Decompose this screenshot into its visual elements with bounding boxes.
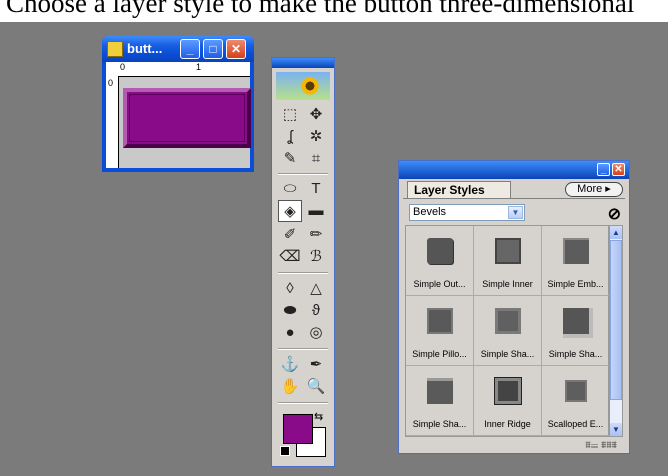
style-item[interactable]: Simple Sha... — [542, 296, 610, 366]
tab-divider — [403, 198, 625, 199]
ruler-mark-v0: 0 — [108, 78, 114, 88]
style-item[interactable]: Simple Sha... — [474, 296, 542, 366]
layer-styles-panel: _ ✕ Layer Styles More ▸ Bevels ▼ ⊘ Simpl… — [398, 160, 630, 454]
blur-icon[interactable]: ◊ — [278, 278, 302, 300]
caption-text: Choose a layer style to make the button … — [6, 0, 635, 18]
brush-icon[interactable]: ✐ — [278, 224, 302, 246]
style-item[interactable]: Scalloped E... — [542, 366, 610, 436]
style-category-dropdown[interactable]: Bevels ▼ — [409, 204, 525, 221]
style-item[interactable]: Simple Emb... — [542, 226, 610, 296]
style-item[interactable]: Simple Pillo... — [406, 296, 474, 366]
style-label: Simple Inner — [482, 279, 533, 289]
document-title: butt... — [127, 41, 163, 56]
style-label: Simple Sha... — [412, 419, 467, 429]
style-thumbnail — [427, 238, 453, 264]
burn-icon[interactable]: ● — [278, 322, 302, 344]
style-label: Inner Ridge — [484, 419, 531, 429]
clone-icon[interactable]: ℬ — [304, 246, 328, 268]
maximize-button[interactable]: □ — [203, 39, 223, 59]
style-label: Scalloped E... — [547, 419, 604, 429]
scroll-thumb[interactable] — [610, 240, 622, 400]
chevron-down-icon[interactable]: ▼ — [508, 206, 523, 219]
eyedropper-icon[interactable]: ✒ — [304, 354, 328, 376]
tab-layer-styles[interactable]: Layer Styles — [407, 181, 511, 199]
eraser-icon[interactable]: ⌫ — [278, 246, 302, 268]
sunflower-icon — [300, 76, 320, 96]
tool-separator — [278, 402, 328, 404]
ruler-mark-1: 1 — [196, 62, 202, 72]
paint-bucket-icon[interactable]: ◈ — [278, 200, 302, 222]
document-titlebar[interactable]: butt... _ □ ✕ — [102, 36, 254, 62]
style-label: Simple Sha... — [480, 349, 535, 359]
move-icon[interactable]: ✥ — [304, 104, 328, 126]
sharpen-icon[interactable]: △ — [304, 278, 328, 300]
document-client: 0 1 0 — [106, 62, 251, 168]
style-item[interactable]: Simple Sha... — [406, 366, 474, 436]
scroll-down-icon[interactable]: ▼ — [610, 423, 622, 436]
lasso-icon[interactable]: ʆ — [278, 126, 302, 148]
magic-wand-icon[interactable]: ✲ — [304, 126, 328, 148]
document-window[interactable]: butt... _ □ ✕ 0 1 0 — [102, 36, 254, 172]
style-item[interactable]: Inner Ridge — [474, 366, 542, 436]
dodge-icon[interactable]: ◎ — [304, 322, 328, 344]
minimize-button[interactable]: _ — [180, 39, 200, 59]
default-colors-icon[interactable] — [280, 446, 290, 456]
clear-style-icon[interactable]: ⊘ — [608, 204, 621, 224]
panel-close-button[interactable]: ✕ — [612, 163, 625, 176]
zoom-icon[interactable]: 🔍 — [304, 376, 328, 398]
horizontal-ruler[interactable]: 0 1 — [118, 62, 250, 77]
style-item[interactable]: Simple Out... — [406, 226, 474, 296]
shape-icon[interactable]: ⬭ — [278, 178, 302, 200]
style-thumbnail — [565, 380, 587, 402]
style-thumbnail — [495, 308, 521, 334]
swap-colors-icon[interactable]: ⇆ — [314, 410, 323, 423]
style-thumbnail — [563, 238, 589, 264]
layer-styles-titlebar[interactable]: _ ✕ — [399, 161, 629, 179]
style-thumbnail — [427, 378, 453, 404]
toolbox-panel: ⬚ ✥ ʆ ✲ ✎ ⌗ ⬭ T ◈ ▬ ✐ ✏ ⌫ ℬ ◊ △ ⬬ ϑ ● ◎ … — [271, 57, 335, 467]
style-item[interactable]: Simple Inner — [474, 226, 542, 296]
stamp-icon[interactable]: ⚓ — [278, 354, 302, 376]
foreground-color-swatch[interactable] — [283, 414, 313, 444]
view-mode-icons[interactable]: ⩩☰ ⩩⩩⩩ — [585, 440, 617, 451]
hand-icon[interactable]: ✋ — [278, 376, 302, 398]
brush-selection-icon[interactable]: ✎ — [278, 148, 302, 170]
style-label: Simple Pillo... — [412, 349, 467, 359]
scroll-up-icon[interactable]: ▲ — [610, 226, 622, 239]
style-thumbnail — [427, 308, 453, 334]
close-button[interactable]: ✕ — [226, 39, 246, 59]
type-icon[interactable]: T — [304, 178, 328, 200]
style-thumbnail — [495, 238, 521, 264]
vertical-ruler[interactable]: 0 — [106, 76, 119, 168]
style-grid-scrollbar[interactable]: ▲ ▼ — [609, 225, 623, 437]
caption-strip: Choose a layer style to make the button … — [0, 0, 668, 22]
style-label: Simple Sha... — [548, 349, 603, 359]
document-canvas[interactable] — [119, 77, 251, 168]
smudge-icon[interactable]: ϑ — [304, 300, 328, 322]
style-thumbnail — [494, 377, 522, 405]
ruler-mark-0: 0 — [120, 62, 126, 72]
marquee-icon[interactable]: ⬚ — [278, 104, 302, 126]
tool-separator — [278, 348, 328, 350]
pencil-icon[interactable]: ✏ — [304, 224, 328, 246]
purple-button-shape[interactable] — [123, 88, 251, 148]
toolbox-titlebar[interactable] — [272, 58, 334, 68]
tool-separator — [278, 173, 328, 175]
sponge-icon[interactable]: ⬬ — [278, 300, 302, 322]
tool-separator — [278, 272, 328, 274]
style-thumbnail — [563, 308, 593, 338]
style-label: Simple Out... — [413, 279, 466, 289]
style-grid: Simple Out... Simple Inner Simple Emb...… — [405, 225, 610, 437]
toolbox-logo[interactable] — [276, 72, 330, 100]
style-label: Simple Emb... — [547, 279, 604, 289]
crop-icon[interactable]: ⌗ — [304, 148, 328, 170]
more-button[interactable]: More ▸ — [565, 182, 623, 197]
dropdown-value: Bevels — [413, 206, 447, 218]
document-icon — [107, 41, 123, 57]
gradient-icon[interactable]: ▬ — [304, 200, 328, 222]
panel-minimize-button[interactable]: _ — [597, 163, 610, 176]
